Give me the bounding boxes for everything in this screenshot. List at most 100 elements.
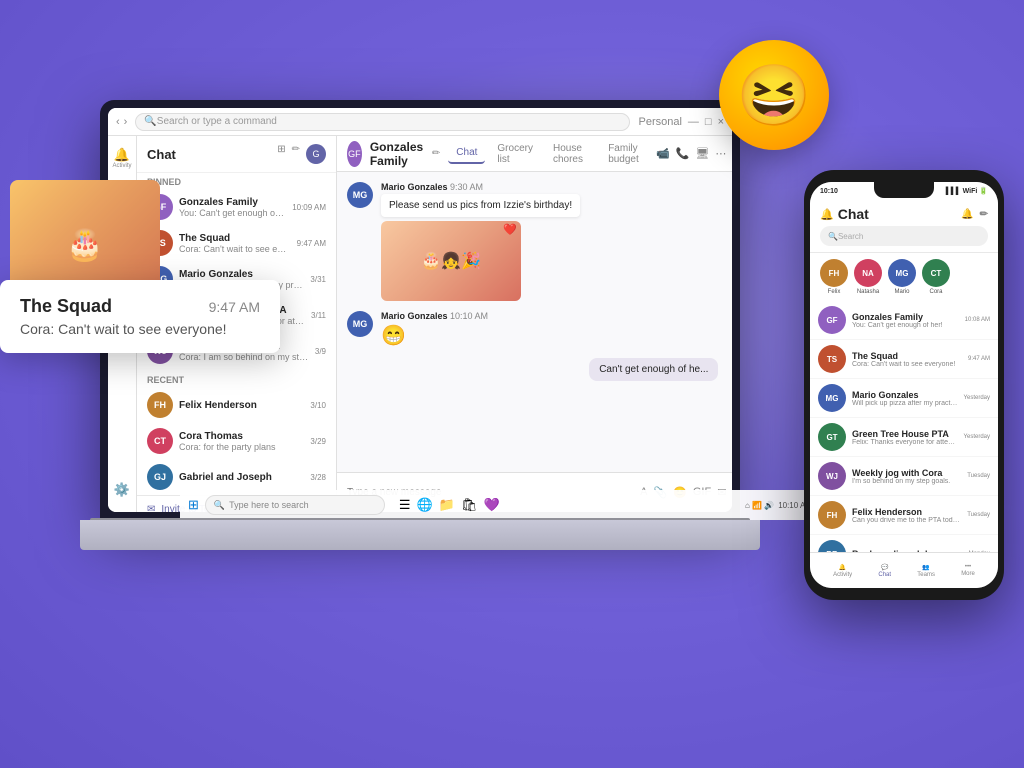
- chat-time-gj: 3/28: [310, 473, 326, 482]
- phone-avatar-mg2: MG: [818, 384, 846, 412]
- phone-avatar-circle-na: NA: [854, 259, 882, 287]
- phone-chat-item-gt[interactable]: GT Green Tree House PTA Felix: Thanks ev…: [810, 418, 998, 457]
- filter-icon[interactable]: ⊞: [277, 144, 285, 164]
- chat-preview-ct: Cora: for the party plans: [179, 442, 304, 452]
- phone-avatar-cora[interactable]: CT Cora: [922, 259, 950, 295]
- msg-photo-inner: 🎂👧🎉: [381, 221, 521, 301]
- edge-icon[interactable]: 🌐: [417, 497, 433, 512]
- phone-name-fh: Felix Henderson: [852, 507, 961, 517]
- more-label: More: [961, 571, 975, 577]
- chat-preview-ts: Cora: Can't wait to see everyone!: [179, 244, 291, 254]
- teams-taskbar-icon[interactable]: 💜: [483, 497, 499, 512]
- user-avatar[interactable]: G: [306, 144, 326, 164]
- phone-avatar-felix[interactable]: FH Felix: [820, 259, 848, 295]
- chat-name-mg: Mario Gonzales: [179, 269, 304, 280]
- own-message-row: Can't get enough of he...: [347, 358, 726, 381]
- notification-popup: The Squad 9:47 AM Cora: Can't wait to se…: [0, 280, 280, 353]
- taskbar-search-icon: 🔍: [214, 500, 225, 511]
- store-icon[interactable]: 🛍: [461, 497, 478, 512]
- chat-avatar-gj: GJ: [147, 464, 173, 490]
- chat-preview-wj: Cora: I am so behind on my step goals.: [179, 352, 309, 362]
- taskbar-search-placeholder: Type here to search: [229, 500, 309, 510]
- phone-avatar-gf: GF: [818, 306, 846, 334]
- phone-avatar-name-mg: Mario: [894, 289, 909, 295]
- chat-name-fh: Felix Henderson: [179, 400, 304, 411]
- chat-time-mg: 3/31: [310, 275, 326, 284]
- back-button[interactable]: ‹: [116, 116, 120, 128]
- phone-nav-chat[interactable]: 💬 Chat: [878, 564, 891, 578]
- msg-header-2: Mario Gonzales 10:10 AM: [381, 311, 726, 321]
- screen-share-icon[interactable]: 🖥: [695, 147, 709, 160]
- tab-chat[interactable]: Chat: [448, 143, 485, 164]
- chat-avatar-ct: CT: [147, 428, 173, 454]
- chat-time-wj: 3/9: [315, 347, 326, 356]
- notif-message: Cora: Can't wait to see everyone!: [20, 321, 260, 337]
- chat-time-ts: 9:47 AM: [297, 239, 326, 248]
- titlebar-search[interactable]: 🔍 Search or type a command: [135, 113, 630, 131]
- msg-avatar-mg1: MG: [347, 182, 373, 208]
- maximize-button[interactable]: □: [705, 116, 712, 128]
- files-icon[interactable]: 📁: [439, 497, 455, 512]
- phone-avatar-name-cora: Cora: [929, 289, 942, 295]
- edit-group-icon[interactable]: ✏: [432, 148, 440, 159]
- msg-reaction: ❤️: [503, 223, 517, 236]
- phone-avatar-natasha[interactable]: NA Natasha: [854, 259, 882, 295]
- phone-nav-more[interactable]: ••• More: [961, 564, 975, 577]
- phone-avatar-circle-ct: CT: [922, 259, 950, 287]
- phone-bottom-bar: 🔔 Activity 💬 Chat 👥 Teams ••• More: [810, 552, 998, 588]
- msg-content-2: Mario Gonzales 10:10 AM 😁: [381, 311, 726, 348]
- phone-search[interactable]: 🔍 Search: [820, 226, 988, 246]
- chat-item-squad[interactable]: TS The Squad Cora: Can't wait to see eve…: [137, 225, 336, 261]
- taskbar-search[interactable]: 🔍 Type here to search: [205, 495, 385, 512]
- group-avatar-main: GF: [347, 141, 362, 167]
- start-button[interactable]: ⊞: [188, 497, 199, 512]
- phone-chat-title: 🔔 Chat 🔔 ✏: [820, 206, 988, 222]
- phone-info-ts: The Squad Cora: Can't wait to see everyo…: [852, 351, 962, 368]
- phone-chat-item-wj[interactable]: WJ Weekly jog with Cora I'm so behind on…: [810, 457, 998, 496]
- call-icon[interactable]: 📞: [676, 147, 690, 160]
- phone-avatar-gt: GT: [818, 423, 846, 451]
- chat-item-felix[interactable]: FH Felix Henderson 3/10: [137, 387, 336, 423]
- chat-item-cora[interactable]: CT Cora Thomas Cora: for the party plans…: [137, 423, 336, 459]
- sidebar-item-settings[interactable]: ⚙️: [108, 476, 136, 504]
- chat-preview-gf: You: Can't get enough of her!: [179, 208, 286, 218]
- phone-compose-icon[interactable]: ✏: [980, 209, 988, 220]
- phone-avatar-name-fh: Felix: [828, 289, 841, 295]
- phone-notch: [874, 182, 934, 198]
- phone-avatar-br: BR: [818, 540, 846, 552]
- tab-budget[interactable]: Family budget: [600, 139, 652, 169]
- laptop-base: [80, 520, 760, 550]
- phone-chat-item-fh[interactable]: FH Felix Henderson Can you drive me to t…: [810, 496, 998, 535]
- phone-chat-item-gf[interactable]: GF Gonzales Family You: Can't get enough…: [810, 301, 998, 340]
- chat-label: Chat: [878, 572, 891, 578]
- phone-name-mg: Mario Gonzales: [852, 390, 958, 400]
- phone-bell-icon[interactable]: 🔔: [961, 209, 973, 220]
- phone-time-mg: Yesterday: [964, 395, 990, 401]
- phone-nav-activity[interactable]: 🔔 Activity: [833, 564, 852, 578]
- more-icon[interactable]: ⋯: [715, 147, 726, 160]
- chat-icon: 💬: [881, 564, 888, 571]
- chat-info-ts: The Squad Cora: Can't wait to see everyo…: [179, 233, 291, 254]
- tab-chores[interactable]: House chores: [545, 139, 596, 169]
- message-row-1: MG Mario Gonzales 9:30 AM Please send us…: [347, 182, 726, 301]
- emoji-face: 😆: [737, 60, 812, 131]
- video-icon[interactable]: 📹: [656, 147, 670, 160]
- edit-icon[interactable]: ✏: [292, 144, 300, 164]
- phone-avatar-mario[interactable]: MG Mario: [888, 259, 916, 295]
- search-placeholder-text: Search or type a command: [157, 116, 277, 127]
- chat-time-ct: 3/29: [310, 437, 326, 446]
- tab-grocery[interactable]: Grocery list: [489, 139, 541, 169]
- task-view-icon[interactable]: ☰: [399, 497, 411, 512]
- laptop: ‹ › 🔍 Search or type a command Personal …: [80, 100, 760, 620]
- phone-chat-item-br[interactable]: BR Book reading club Monday: [810, 535, 998, 552]
- phone-time-wj: Tuesday: [967, 473, 990, 479]
- forward-button[interactable]: ›: [124, 116, 128, 128]
- sidebar-item-activity[interactable]: 🔔 Activity: [108, 144, 136, 172]
- phone-nav-teams[interactable]: 👥 Teams: [917, 564, 935, 578]
- phone-chat-item-mg[interactable]: MG Mario Gonzales Will pick up pizza aft…: [810, 379, 998, 418]
- phone-chat-item-ts[interactable]: TS The Squad Cora: Can't wait to see eve…: [810, 340, 998, 379]
- phone-screen: 10:10 ▌▌▌ WiFi 🔋 🔔 Chat 🔔 ✏ 🔍: [810, 182, 998, 588]
- chat-time-gf: 10:09 AM: [292, 203, 326, 212]
- chat-item-gonzales-family[interactable]: GF Gonzales Family You: Can't get enough…: [137, 189, 336, 225]
- minimize-button[interactable]: —: [688, 116, 699, 128]
